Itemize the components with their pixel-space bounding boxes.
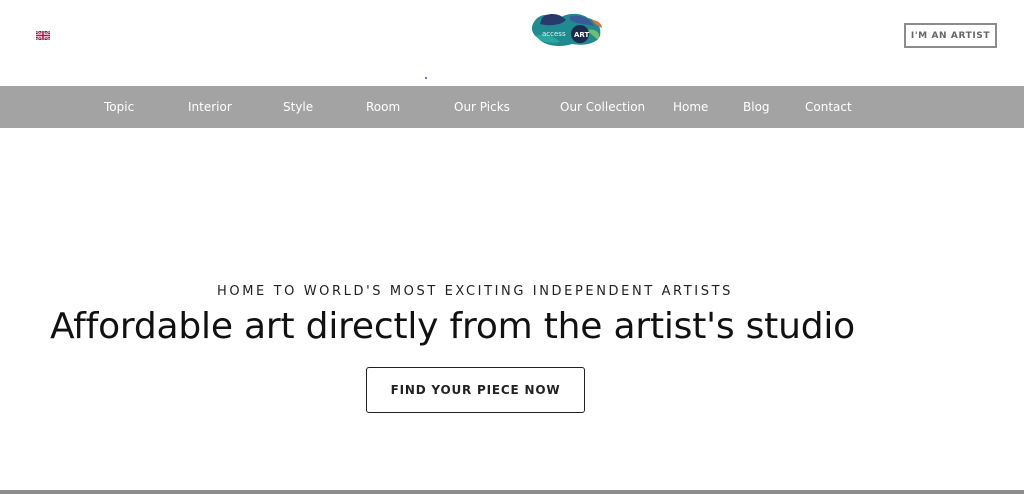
logo-text-main: ART (574, 31, 589, 39)
main-navigation: Topic Interior Style Room Our Picks Our … (0, 86, 1024, 128)
nav-item-our-picks[interactable]: Our Picks (454, 86, 510, 128)
site-header: access ART I'M AN ARTIST (0, 0, 1024, 86)
nav-item-home[interactable]: Home (673, 86, 708, 128)
hero-section: HOME TO WORLD'S MOST EXCITING INDEPENDEN… (0, 128, 1024, 490)
nav-item-room[interactable]: Room (366, 86, 400, 128)
hero-tagline: HOME TO WORLD'S MOST EXCITING INDEPENDEN… (217, 284, 733, 299)
logo-text-small: access (542, 30, 566, 38)
nav-item-topic[interactable]: Topic (104, 86, 134, 128)
decorative-dot (425, 77, 427, 79)
nav-item-our-collection[interactable]: Our Collection (560, 86, 645, 128)
im-an-artist-button[interactable]: I'M AN ARTIST (904, 23, 997, 48)
nav-item-interior[interactable]: Interior (188, 86, 232, 128)
nav-item-blog[interactable]: Blog (743, 86, 770, 128)
uk-flag-icon[interactable] (36, 31, 50, 40)
nav-item-contact[interactable]: Contact (805, 86, 852, 128)
access-art-logo[interactable]: access ART (530, 10, 606, 50)
find-your-piece-button[interactable]: FIND YOUR PIECE NOW (366, 367, 585, 413)
nav-item-style[interactable]: Style (283, 86, 313, 128)
hero-headline: Affordable art directly from the artist'… (50, 306, 855, 347)
bottom-divider (0, 490, 1024, 494)
